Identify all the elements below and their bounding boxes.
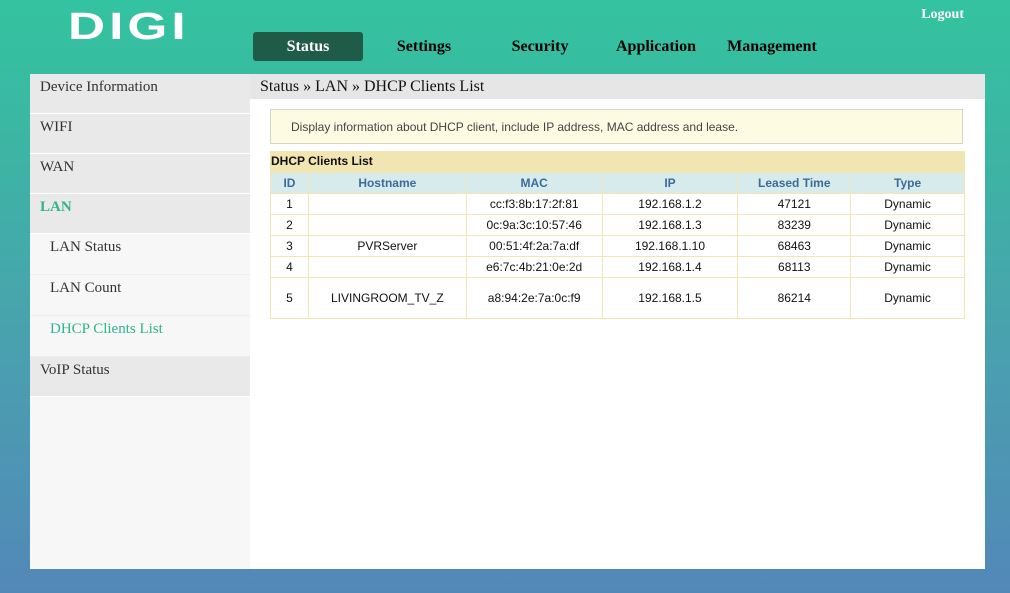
dhcp-clients-table: ID Hostname MAC IP Leased Time Type 1 cc… — [270, 172, 965, 319]
column-header-type: Type — [850, 172, 965, 194]
sidebar-item-device-information[interactable]: Device Information — [30, 74, 250, 114]
table-row: 5 LIVINGROOM_TV_Z a8:94:2e:7a:0c:f9 192.… — [270, 277, 965, 319]
tab-application[interactable]: Application — [601, 32, 711, 61]
cell-leased-time: 47121 — [737, 193, 852, 215]
sidebar-item-lan-status[interactable]: LAN Status — [30, 234, 250, 275]
cell-hostname: PVRServer — [307, 235, 467, 257]
sidebar-item-wifi[interactable]: WIFI — [30, 114, 250, 154]
cell-id: 4 — [270, 256, 309, 278]
cell-hostname: LIVINGROOM_TV_Z — [307, 277, 467, 319]
cell-mac: e6:7c:4b:21:0e:2d — [465, 256, 603, 278]
cell-hostname — [307, 256, 467, 278]
cell-id: 2 — [270, 214, 309, 236]
cell-hostname — [307, 214, 467, 236]
cell-leased-time: 68463 — [737, 235, 852, 257]
main-content: Status » LAN » DHCP Clients List Display… — [250, 74, 985, 569]
sidebar: Device Information WIFI WAN LAN LAN Stat… — [30, 74, 250, 569]
logout-link[interactable]: Logout — [921, 7, 964, 23]
sidebar-item-wan[interactable]: WAN — [30, 154, 250, 194]
cell-type: Dynamic — [850, 235, 965, 257]
column-header-id: ID — [270, 172, 309, 194]
cell-leased-time: 68113 — [737, 256, 852, 278]
tab-status[interactable]: Status — [253, 32, 363, 61]
sidebar-item-lan-count[interactable]: LAN Count — [30, 275, 250, 316]
tab-settings[interactable]: Settings — [369, 32, 479, 61]
cell-leased-time: 83239 — [737, 214, 852, 236]
sidebar-item-voip-status[interactable]: VoIP Status — [30, 357, 250, 397]
cell-mac: cc:f3:8b:17:2f:81 — [465, 193, 603, 215]
tab-security[interactable]: Security — [485, 32, 595, 61]
breadcrumb: Status » LAN » DHCP Clients List — [250, 74, 985, 99]
cell-type: Dynamic — [850, 256, 965, 278]
cell-id: 1 — [270, 193, 309, 215]
cell-ip: 192.168.1.5 — [601, 277, 739, 319]
cell-ip: 192.168.1.4 — [601, 256, 739, 278]
info-box: Display information about DHCP client, i… — [270, 109, 963, 144]
cell-mac: 0c:9a:3c:10:57:46 — [465, 214, 603, 236]
dhcp-clients-table-container: DHCP Clients List ID Hostname MAC IP Lea… — [270, 151, 965, 319]
cell-leased-time: 86214 — [737, 277, 852, 319]
cell-id: 3 — [270, 235, 309, 257]
column-header-hostname: Hostname — [307, 172, 467, 194]
sidebar-item-lan[interactable]: LAN — [30, 194, 250, 234]
cell-type: Dynamic — [850, 193, 965, 215]
cell-mac: 00:51:4f:2a:7a:df — [465, 235, 603, 257]
cell-ip: 192.168.1.10 — [601, 235, 739, 257]
digi-logo: DIGI — [68, 6, 190, 48]
cell-hostname — [307, 193, 467, 215]
table-row: 4 e6:7c:4b:21:0e:2d 192.168.1.4 68113 Dy… — [270, 256, 965, 278]
column-header-mac: MAC — [465, 172, 603, 194]
cell-mac: a8:94:2e:7a:0c:f9 — [465, 277, 603, 319]
sidebar-item-dhcp-clients-list[interactable]: DHCP Clients List — [30, 316, 250, 357]
cell-type: Dynamic — [850, 214, 965, 236]
cell-ip: 192.168.1.3 — [601, 214, 739, 236]
table-header-row: ID Hostname MAC IP Leased Time Type — [270, 172, 965, 194]
column-header-ip: IP — [601, 172, 739, 194]
cell-id: 5 — [270, 277, 309, 319]
cell-type: Dynamic — [850, 277, 965, 319]
table-title: DHCP Clients List — [270, 151, 965, 172]
column-header-leased-time: Leased Time — [737, 172, 852, 194]
cell-ip: 192.168.1.2 — [601, 193, 739, 215]
table-row: 1 cc:f3:8b:17:2f:81 192.168.1.2 47121 Dy… — [270, 193, 965, 215]
table-row: 2 0c:9a:3c:10:57:46 192.168.1.3 83239 Dy… — [270, 214, 965, 236]
table-row: 3 PVRServer 00:51:4f:2a:7a:df 192.168.1.… — [270, 235, 965, 257]
tab-management[interactable]: Management — [717, 32, 827, 61]
